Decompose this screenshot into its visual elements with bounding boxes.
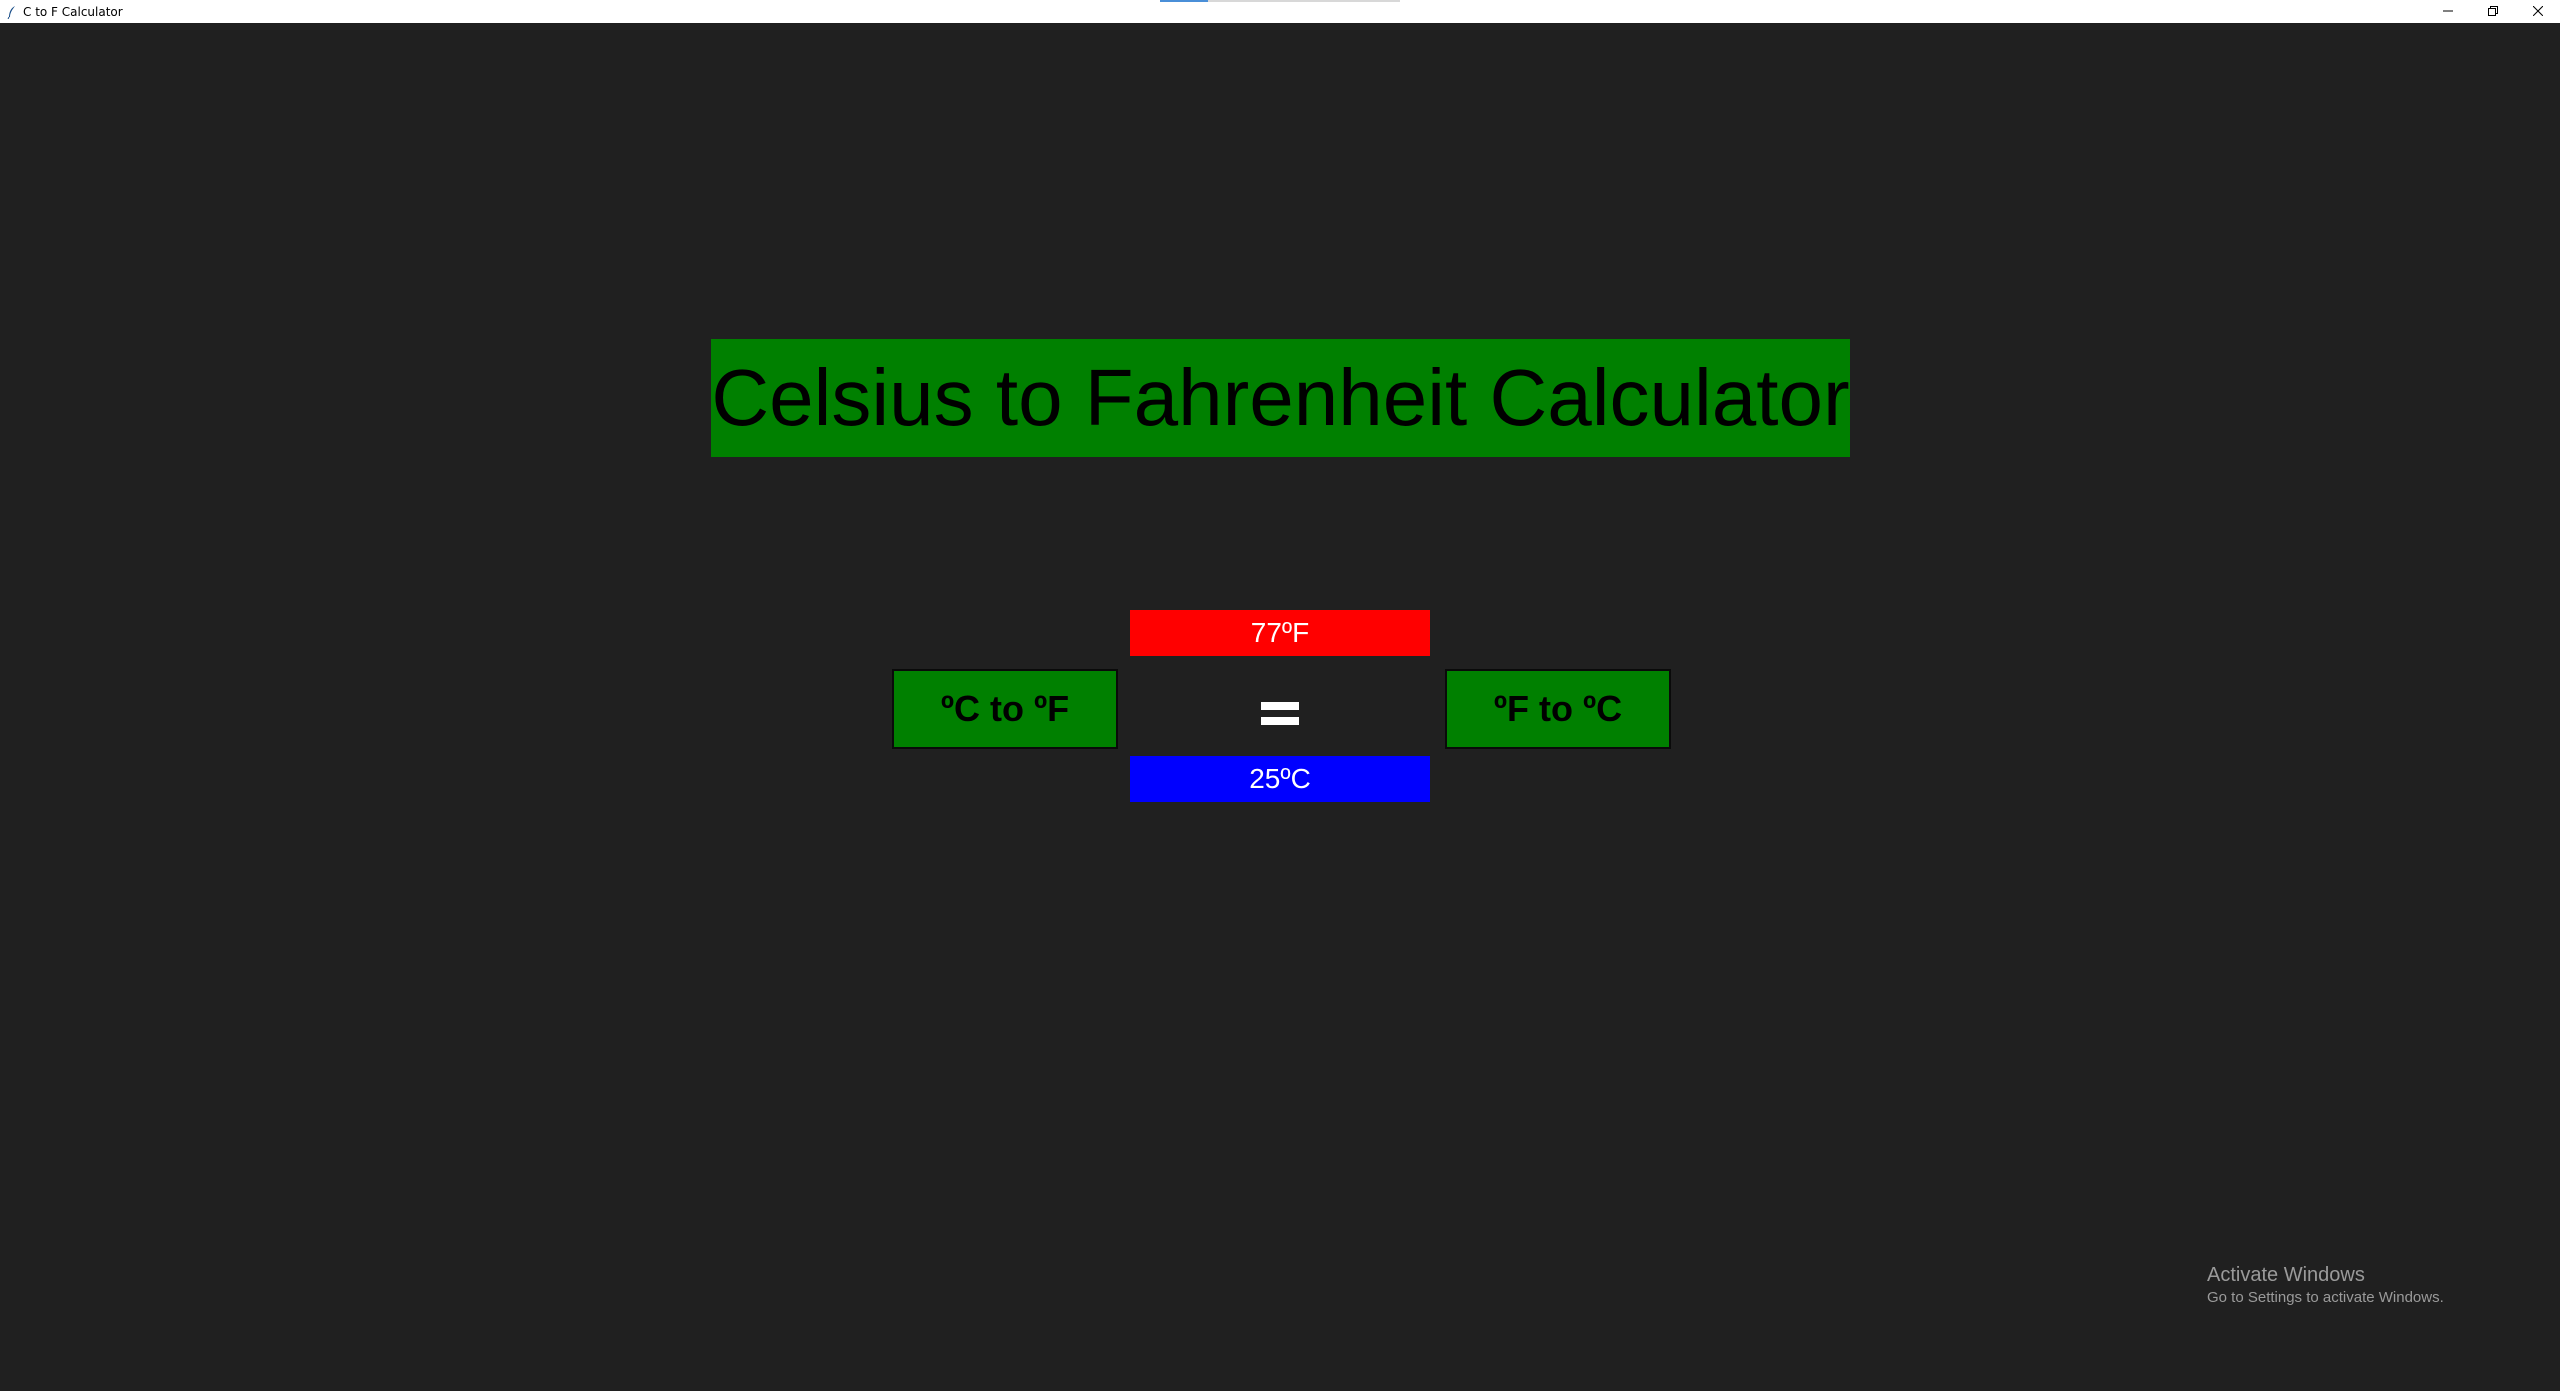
activate-windows-watermark: Activate Windows Go to Settings to activ… <box>2207 1264 2444 1306</box>
minimize-icon <box>2442 3 2453 21</box>
window-title: C to F Calculator <box>23 4 123 19</box>
celsius-input[interactable] <box>1130 756 1430 802</box>
equals-icon <box>1250 693 1310 733</box>
feather-icon <box>4 4 20 20</box>
activate-windows-subtitle: Go to Settings to activate Windows. <box>2207 1289 2444 1306</box>
c-to-f-button[interactable]: ºC to ºF <box>892 669 1118 749</box>
restore-icon <box>2487 3 2498 21</box>
restore-button[interactable] <box>2470 0 2515 23</box>
window-controls <box>2425 0 2560 23</box>
close-button[interactable] <box>2515 0 2560 23</box>
fahrenheit-input[interactable] <box>1130 610 1430 656</box>
taskbar-indicator-track <box>1208 0 1400 2</box>
f-to-c-button[interactable]: ºF to ºC <box>1445 669 1671 749</box>
page-title: Celsius to Fahrenheit Calculator <box>711 339 1850 457</box>
window-titlebar[interactable]: C to F Calculator <box>0 0 2560 23</box>
taskbar-indicator <box>1160 0 1208 2</box>
activate-windows-title: Activate Windows <box>2207 1264 2365 1286</box>
minimize-button[interactable] <box>2425 0 2470 23</box>
close-icon <box>2532 3 2543 21</box>
